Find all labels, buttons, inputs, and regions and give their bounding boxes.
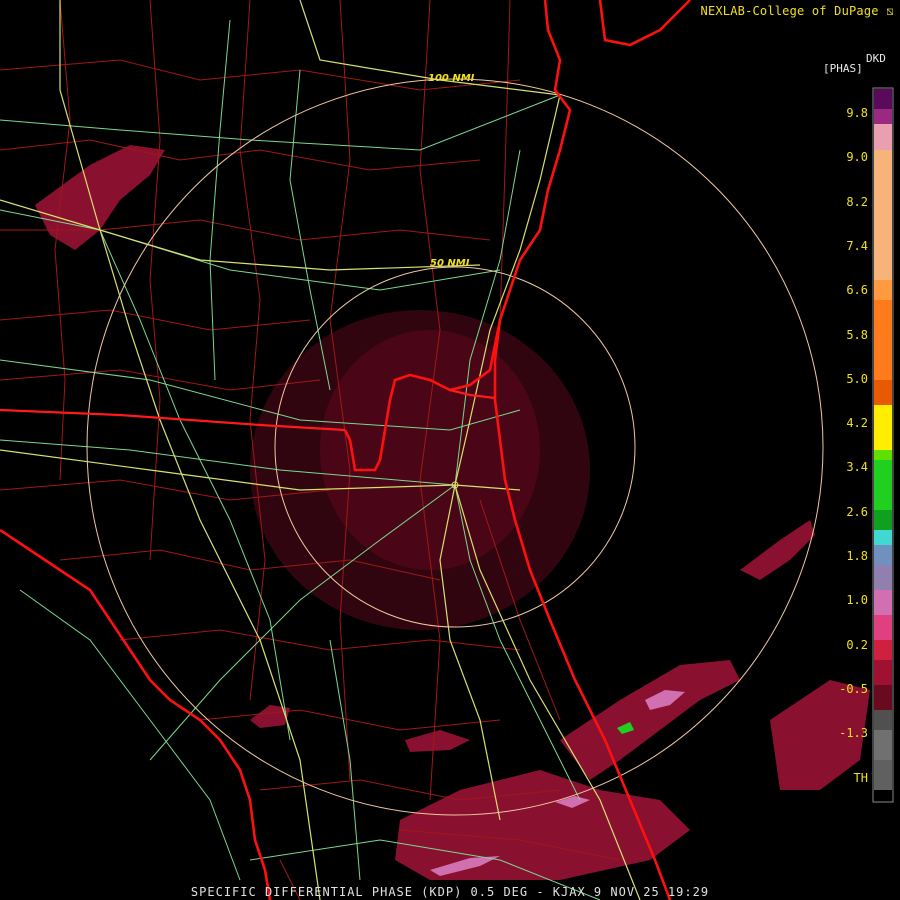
legend-tick-label: 1.8 bbox=[846, 549, 868, 563]
legend-tick-label: -1.3 bbox=[839, 726, 868, 741]
legend-swatch bbox=[874, 450, 892, 460]
legend-swatch bbox=[874, 640, 892, 660]
legend-tick-label: 6.6 bbox=[846, 283, 868, 298]
legend-swatch bbox=[874, 150, 892, 280]
legend-swatch bbox=[874, 685, 892, 710]
legend-swatch bbox=[874, 760, 892, 790]
legend-tick-label: 5.8 bbox=[846, 327, 868, 342]
legend-tick-label: TH bbox=[853, 770, 868, 785]
legend-swatch bbox=[874, 565, 892, 590]
legend-swatch bbox=[874, 530, 892, 545]
legend-swatch bbox=[874, 89, 892, 109]
credit-text: NEXLAB-College of DuPage bbox=[700, 4, 879, 18]
legend-swatch bbox=[874, 124, 892, 150]
credit-label: NEXLAB-College of DuPage ⧅ bbox=[701, 4, 894, 19]
legend-swatch bbox=[874, 660, 892, 685]
echo-clutter-inner bbox=[320, 330, 540, 570]
legend-tick-label: 5.0 bbox=[846, 371, 868, 386]
ring-label-100: 100 NMI bbox=[428, 73, 475, 84]
credit-logo-icon: ⧅ bbox=[886, 4, 894, 18]
legend-tick-label: 2.6 bbox=[846, 504, 868, 519]
legend-swatch bbox=[874, 545, 892, 565]
legend-tick-label: 4.2 bbox=[846, 416, 868, 431]
legend-swatch bbox=[874, 380, 892, 405]
legend-swatch bbox=[874, 109, 892, 124]
legend-swatch bbox=[874, 790, 892, 801]
legend-swatch bbox=[874, 590, 892, 615]
legend-swatch bbox=[874, 405, 892, 450]
legend-swatch bbox=[874, 730, 892, 760]
legend-swatch bbox=[874, 510, 892, 530]
legend-tick-label: 0.2 bbox=[846, 637, 868, 652]
legend-swatch bbox=[874, 300, 892, 380]
legend-tick-label: 9.0 bbox=[846, 150, 868, 165]
product-code: DKD bbox=[866, 52, 886, 65]
legend-tick-label: 7.4 bbox=[846, 238, 868, 253]
product-caption: SPECIFIC DIFFERENTIAL PHASE (KDP) 0.5 DE… bbox=[190, 885, 710, 899]
legend-tick-label: 9.8 bbox=[846, 106, 868, 120]
legend-swatch bbox=[874, 460, 892, 510]
legend-tick-label: 8.2 bbox=[846, 194, 868, 209]
legend-tick-label: -0.5 bbox=[839, 681, 868, 696]
legend-swatch bbox=[874, 615, 892, 640]
product-unit: [PHAS] bbox=[823, 62, 863, 75]
radar-map[interactable] bbox=[0, 0, 900, 900]
ring-label-50: 50 NMI bbox=[430, 258, 470, 269]
legend-tick-label: 3.4 bbox=[846, 460, 868, 475]
legend-swatch bbox=[874, 710, 892, 730]
legend-swatch bbox=[874, 280, 892, 300]
legend-tick-label: 1.0 bbox=[846, 593, 868, 608]
legend-bar bbox=[872, 87, 894, 803]
